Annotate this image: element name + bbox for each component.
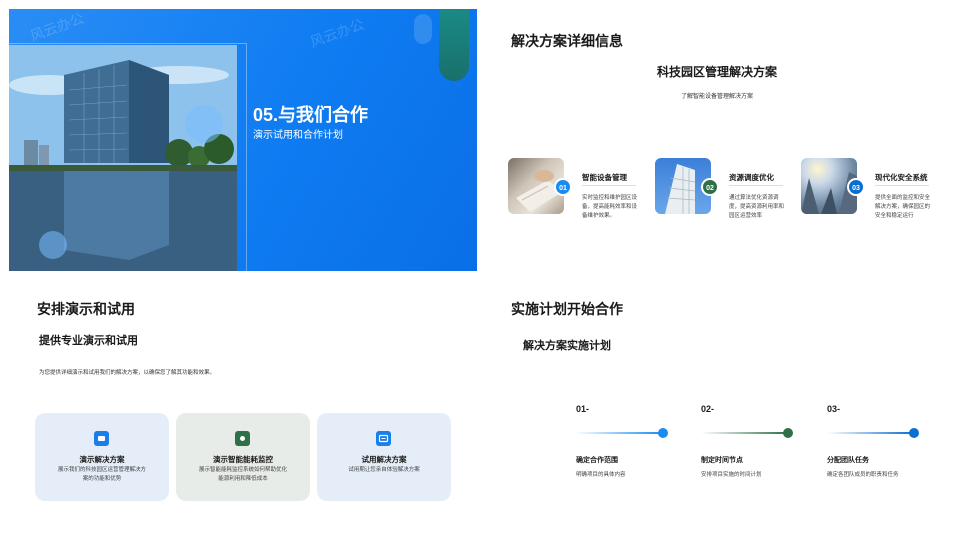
card-title: 智能设备管理 (582, 173, 627, 182)
watermark-text: 风云办公 (307, 15, 367, 51)
decor-circle (39, 231, 67, 259)
card-divider (875, 185, 929, 186)
box-desc: 试用期让您亲自体验解决方案 (348, 467, 420, 473)
trial-icon (376, 431, 391, 446)
solution-card: 01 智能设备管理 实时监控和维护园区设备，提高能耗效率和设备维护效果。 (508, 158, 648, 228)
decor-pill-green (439, 9, 469, 81)
card-divider (729, 185, 783, 186)
card-number-badge: 03 (847, 178, 865, 196)
card-divider (582, 185, 636, 186)
decor-pill-light (414, 14, 432, 44)
step-number: 01- (576, 404, 590, 414)
card-desc: 通过算法优化资源调度，提高资源利用率和园区运营效率 (729, 195, 785, 219)
slide-heading: 解决方案详细信息 (511, 33, 623, 49)
card-number-badge: 02 (701, 178, 719, 196)
step-title: 分配团队任务 (827, 457, 869, 464)
slide-title: 05.与我们合作 (253, 105, 369, 125)
box-title: 演示智能能耗监控 (213, 455, 273, 464)
box-desc: 展示我们的科技园区运营管理解决方案的功能和优势 (57, 467, 146, 482)
demo-box: 演示解决方案 展示我们的科技园区运营管理解决方案的功能和优势 (35, 413, 169, 501)
card-title: 资源调度优化 (729, 173, 774, 182)
step-title: 制定时间节点 (701, 457, 743, 464)
step-bar (701, 432, 787, 434)
card-number-badge: 01 (554, 178, 572, 196)
center-subtitle: 了解智能设备管理解决方案 (680, 94, 753, 100)
step-title: 确定合作范围 (576, 457, 618, 464)
card-desc: 实时监控和维护园区设备，提高能耗效率和设备维护效果。 (582, 195, 638, 219)
step-bar (576, 432, 662, 434)
center-title: 科技园区管理解决方案 (656, 65, 777, 79)
solution-card: 02 资源调度优化 通过算法优化资源调度，提高资源利用率和园区运营效率 (655, 158, 795, 228)
step-number: 02- (701, 404, 715, 414)
slide-heading: 安排演示和试用 (37, 301, 135, 317)
card-desc: 提供全面的监控和安全解决方案，确保园区的安全和稳定运行 (875, 195, 931, 219)
slide-intro-text: 为您提供详细演示和试用我们的解决方案，以确保您了解其功能和效果。 (39, 370, 216, 376)
slide-demo-trial[interactable]: 安排演示和试用 提供专业演示和试用 为您提供详细演示和试用我们的解决方案，以确保… (9, 277, 477, 539)
monitor-icon (235, 431, 250, 446)
slide-implementation-plan[interactable]: 实施计划开始合作 解决方案实施计划 01- 确定合作范围 明确项目的具体内容 0… (483, 277, 951, 539)
decor-circle (185, 105, 223, 143)
slide-subheading: 解决方案实施计划 (523, 340, 611, 352)
card-title: 现代化安全系统 (875, 173, 928, 182)
box-desc: 展示智能能耗监控系统如何帮助优化能源利用和降低成本 (198, 467, 287, 482)
step-knob (909, 428, 919, 438)
step-bar (827, 432, 913, 434)
solution-card: 03 现代化安全系统 提供全面的监控和安全解决方案，确保园区的安全和稳定运行 (801, 158, 941, 228)
step-desc: 安排项目实施的时间计划 (701, 472, 762, 478)
slide-subheading: 提供专业演示和试用 (39, 335, 138, 347)
step-desc: 确定各团队成员的职责和任务 (827, 472, 899, 478)
watermark-text: 风云办公 (27, 9, 87, 45)
box-title: 演示解决方案 (79, 455, 125, 464)
slide-subtitle: 演示试用和合作计划 (253, 130, 343, 141)
step-number: 03- (827, 404, 841, 414)
demo-box: 试用解决方案 试用期让您亲自体验解决方案 (317, 413, 451, 501)
box-title: 试用解决方案 (361, 455, 407, 464)
demo-box: 演示智能能耗监控 展示智能能耗监控系统如何帮助优化能源利用和降低成本 (176, 413, 310, 501)
slide-heading: 实施计划开始合作 (511, 301, 623, 317)
slide-cover-cooperate[interactable]: 风云办公 风云办公 05.与我们合作 演示试用和合作计划 (9, 9, 477, 271)
slide-solution-details[interactable]: 解决方案详细信息 科技园区管理解决方案 了解智能设备管理解决方案 01 智能设备… (483, 9, 951, 271)
presentation-icon (94, 431, 109, 446)
step-knob (783, 428, 793, 438)
step-desc: 明确项目的具体内容 (576, 472, 626, 478)
step-knob (658, 428, 668, 438)
